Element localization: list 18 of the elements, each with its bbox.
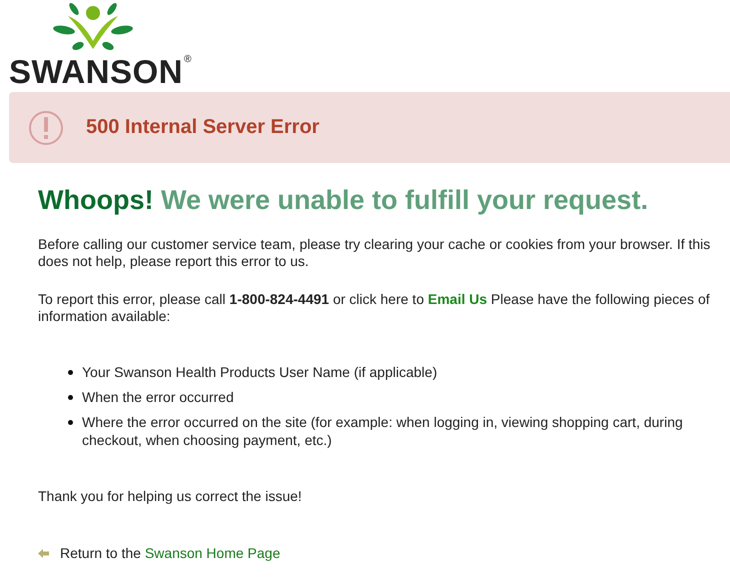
bullet-text: When the error occurred xyxy=(82,388,234,406)
error-title: 500 Internal Server Error xyxy=(86,116,320,139)
bullet-icon xyxy=(68,370,73,375)
intro-paragraph: Before calling our customer service team, please try clearing your cache or cookies from your browser. If this does not help, please report this error to us. xyxy=(38,236,712,270)
thanks-text: Thank you for helping us correct the issue! xyxy=(38,488,303,505)
logo-wordmark: SWANSON xyxy=(9,55,184,88)
bullet-icon xyxy=(68,420,73,425)
email-link[interactable]: Email Us xyxy=(428,291,488,307)
home-page-link[interactable]: Swanson Home Page xyxy=(144,545,280,561)
bullet-text: Where the error occurred on the site (for example: when logging in, viewing shopping cart, during checkout, when choosing payment, etc.) xyxy=(82,413,684,449)
headline: Whoops! We were unable to fulfill your request. xyxy=(38,185,650,216)
bullet-text: Your Swanson Health Products User Name (if applicable) xyxy=(82,363,438,381)
return-text: Return to the Swanson Home Page xyxy=(60,545,280,562)
bullet-icon xyxy=(68,395,73,400)
arrow-left-icon xyxy=(38,549,49,558)
report-paragraph: To report this error, please call 1-800-824-4491 or click here to Email Us Please have the following pieces of information available: xyxy=(38,291,711,325)
warning-icon xyxy=(28,110,64,146)
registered-mark: ® xyxy=(184,55,192,65)
